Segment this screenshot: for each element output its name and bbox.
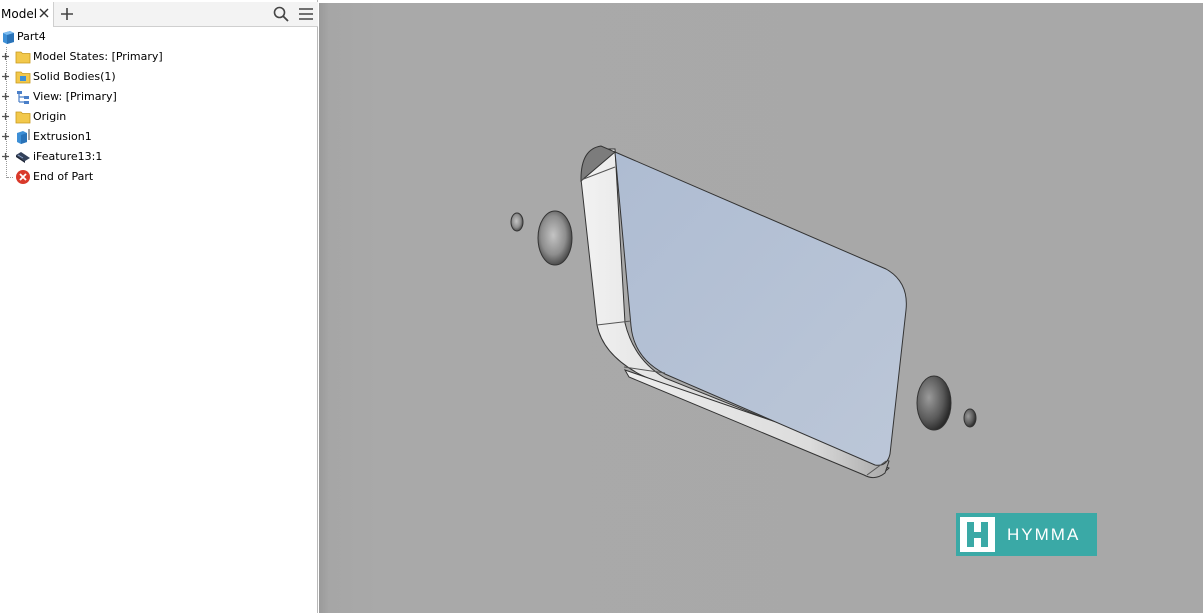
browser-tab-bar: Model	[0, 2, 318, 27]
large-hole-right[interactable]	[916, 375, 952, 431]
close-icon[interactable]	[37, 6, 51, 20]
tree-node-end-of-part[interactable]: End of Part	[0, 167, 300, 187]
logo-h-mark	[960, 517, 995, 552]
solid-bodies-icon	[15, 71, 31, 84]
expand-plus-icon[interactable]	[1, 52, 10, 61]
expand-plus-icon[interactable]	[1, 92, 10, 101]
tree-node-model-states[interactable]: Model States: [Primary]	[0, 47, 300, 67]
tree-node-label: Solid Bodies(1)	[33, 70, 116, 83]
tree-node-label: Part4	[17, 30, 46, 43]
hymma-logo: HYMMA	[956, 513, 1097, 556]
tree-connector-dash	[7, 177, 13, 178]
extrusion-icon	[17, 129, 30, 144]
end-of-part-icon	[16, 170, 30, 184]
expand-plus-icon[interactable]	[1, 72, 10, 81]
expand-plus-icon[interactable]	[1, 152, 10, 161]
tree-node-part4[interactable]: Part4	[0, 27, 300, 47]
tree-node-label: End of Part	[33, 170, 94, 183]
logo-text: HYMMA	[1007, 525, 1081, 544]
ifeature-icon	[16, 152, 30, 163]
view-rep-icon	[17, 91, 29, 104]
tab-model-label: Model	[1, 7, 38, 21]
search-icon[interactable]	[273, 6, 289, 22]
hamburger-menu-icon[interactable]	[298, 7, 314, 21]
tree-node-ifeature[interactable]: iFeature13:1	[0, 147, 300, 167]
folder-icon	[15, 51, 31, 64]
tree-node-origin[interactable]: Origin	[0, 107, 300, 127]
expand-plus-icon[interactable]	[1, 112, 10, 121]
tree-node-label: iFeature13:1	[33, 150, 103, 163]
large-hole-left[interactable]	[537, 210, 573, 266]
tree-node-label: Model States: [Primary]	[33, 50, 163, 63]
model-tree: Part4 Model States: [Primary] Solid Bodi…	[0, 27, 318, 197]
expand-plus-icon[interactable]	[1, 132, 10, 141]
tree-node-solid-bodies[interactable]: Solid Bodies(1)	[0, 67, 300, 87]
tree-node-label: Origin	[33, 110, 67, 123]
small-hole-right[interactable]	[963, 408, 977, 428]
small-hole-left[interactable]	[510, 212, 524, 232]
add-tab-icon[interactable]	[60, 7, 74, 21]
tree-node-label: View: [Primary]	[33, 90, 117, 103]
tab-model[interactable]: Model	[0, 2, 54, 27]
part-icon	[3, 31, 14, 44]
folder-icon	[15, 111, 31, 124]
tree-node-view[interactable]: View: [Primary]	[0, 87, 300, 107]
tree-node-extrusion1[interactable]: Extrusion1	[0, 127, 300, 147]
logo-h-crossbar	[974, 532, 982, 538]
model-browser-panel: Model Part4 Model States: [Primary] Soli…	[0, 0, 318, 613]
tree-node-label: Extrusion1	[33, 130, 92, 143]
